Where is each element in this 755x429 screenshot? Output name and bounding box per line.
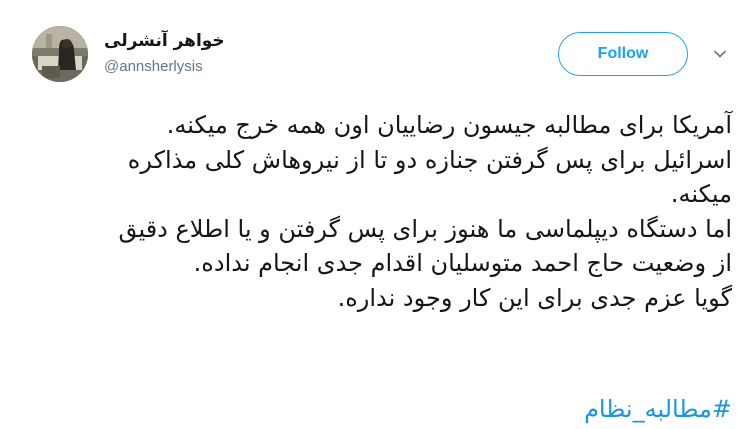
tweet-text-line: گویا عزم جدی برای این کار وجود نداره. — [337, 283, 732, 312]
tweet-text-line: اسرائیل برای پس گرفتن جنازه دو تا از نیر… — [127, 145, 732, 174]
follow-button[interactable]: Follow — [558, 32, 688, 76]
avatar-image — [32, 26, 88, 82]
tweet-text-line: اما دستگاه دیپلماسی ما هنوز برای پس گرفت… — [118, 214, 732, 243]
avatar[interactable] — [32, 26, 88, 82]
hashtag-link[interactable]: #مطالبه_نظام — [28, 392, 732, 426]
author-display-name[interactable]: خواهر آنشرلی — [104, 30, 225, 52]
chevron-down-icon[interactable] — [712, 46, 728, 62]
tweet-text-line: آمریکا برای مطالبه جیسون رضاییان اون همه… — [166, 111, 732, 139]
tweet-text-line: میکنه. — [670, 180, 732, 208]
author-handle[interactable]: @annsherlysis — [104, 57, 225, 77]
tweet-text: آمریکا برای مطالبه جیسون رضاییان اون همه… — [28, 108, 732, 315]
author-names: خواهر آنشرلی @annsherlysis — [104, 30, 225, 77]
tweet-header: خواهر آنشرلی @annsherlysis Follow — [32, 26, 732, 82]
tweet-card: خواهر آنشرلی @annsherlysis Follow آمریکا… — [0, 0, 755, 429]
tweet-text-line: از وضعیت حاج احمد متوسلیان اقدام جدی انج… — [193, 249, 732, 277]
chevron-down-glyph — [714, 50, 726, 58]
